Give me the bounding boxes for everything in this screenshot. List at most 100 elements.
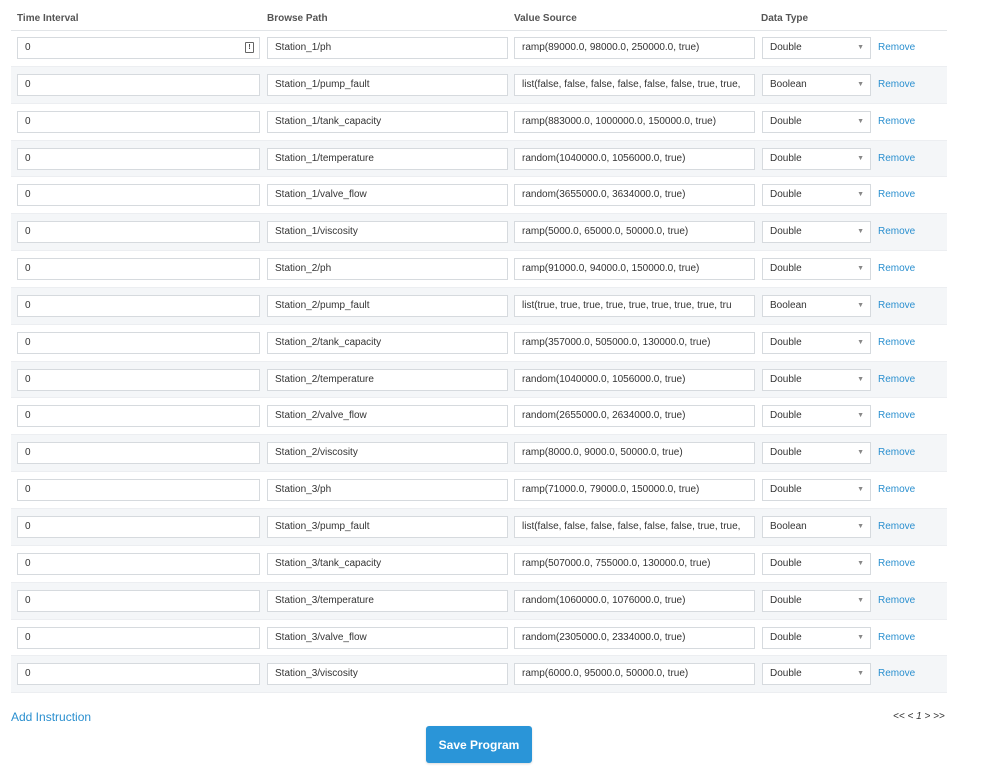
time-interval-input[interactable]: 0	[17, 479, 260, 502]
browse-path-input[interactable]: Station_2/valve_flow	[267, 405, 508, 428]
value-source-input[interactable]: ramp(883000.0, 1000000.0, 150000.0, true…	[514, 110, 755, 133]
browse-path-input[interactable]: Station_1/ph	[267, 37, 508, 59]
pager-prev[interactable]: <	[907, 711, 913, 722]
remove-link[interactable]: Remove	[878, 337, 915, 348]
time-interval-input[interactable]: 0	[17, 221, 260, 244]
data-type-select[interactable]: Double ▼	[762, 589, 871, 612]
value-source-input[interactable]: random(1060000.0, 1076000.0, true)	[514, 589, 755, 612]
data-type-select[interactable]: Double ▼	[762, 147, 871, 170]
value-source-input[interactable]: ramp(91000.0, 94000.0, 150000.0, true)	[514, 258, 755, 281]
data-type-select[interactable]: Double ▼	[762, 331, 871, 354]
browse-path-input[interactable]: Station_1/tank_capacity	[267, 110, 508, 133]
time-interval-input[interactable]: 0	[17, 258, 260, 281]
data-type-value: Double	[770, 226, 802, 238]
value-source-input[interactable]: ramp(507000.0, 755000.0, 130000.0, true)	[514, 552, 755, 575]
browse-path-input[interactable]: Station_3/tank_capacity	[267, 552, 508, 575]
time-interval-input[interactable]: 0	[17, 552, 260, 575]
value-source-input[interactable]: list(false, false, false, false, false, …	[514, 73, 755, 96]
browse-path-input[interactable]: Station_2/pump_fault	[267, 294, 508, 317]
value-source-input[interactable]: ramp(8000.0, 9000.0, 50000.0, true)	[514, 442, 755, 465]
value-source-input[interactable]: random(3655000.0, 3634000.0, true)	[514, 184, 755, 207]
data-type-select[interactable]: Double ▼	[762, 442, 871, 465]
data-type-select[interactable]: Double ▼	[762, 368, 871, 391]
value-source-input[interactable]: ramp(71000.0, 79000.0, 150000.0, true)	[514, 479, 755, 502]
remove-link[interactable]: Remove	[878, 595, 915, 606]
time-interval-input[interactable]: 0	[17, 663, 260, 686]
data-type-select[interactable]: Double ▼	[762, 626, 871, 649]
value-source-input[interactable]: random(2305000.0, 2334000.0, true)	[514, 626, 755, 649]
time-interval-input[interactable]: 0	[17, 73, 260, 96]
remove-link[interactable]: Remove	[878, 374, 915, 385]
remove-link[interactable]: Remove	[878, 558, 915, 569]
remove-link[interactable]: Remove	[878, 521, 915, 532]
value-source-input[interactable]: ramp(6000.0, 95000.0, 50000.0, true)	[514, 663, 755, 686]
remove-link[interactable]: Remove	[878, 263, 915, 274]
data-type-select[interactable]: Double ▼	[762, 110, 871, 133]
remove-link[interactable]: Remove	[878, 300, 915, 311]
time-interval-input[interactable]: 0	[17, 626, 260, 649]
chevron-down-icon: ▼	[857, 486, 864, 494]
pager-first[interactable]: <<	[893, 711, 905, 722]
time-interval-input[interactable]: 0	[17, 442, 260, 465]
time-interval-input[interactable]: 0	[17, 589, 260, 612]
data-type-select[interactable]: Double ▼	[762, 184, 871, 207]
remove-link[interactable]: Remove	[878, 410, 915, 421]
time-interval-input[interactable]: 0	[17, 110, 260, 133]
header-data-type: Data Type	[761, 13, 809, 24]
data-type-select[interactable]: Double ▼	[762, 552, 871, 575]
value-source-input[interactable]: ramp(5000.0, 65000.0, 50000.0, true)	[514, 221, 755, 244]
data-type-select[interactable]: Double ▼	[762, 663, 871, 686]
time-interval-input[interactable]: 0	[17, 405, 260, 428]
time-interval-input[interactable]: 0	[17, 184, 260, 207]
value-source-input[interactable]: random(2655000.0, 2634000.0, true)	[514, 405, 755, 428]
time-interval-input[interactable]: 0	[17, 147, 260, 170]
data-type-select[interactable]: Double ▼	[762, 37, 871, 59]
data-type-select[interactable]: Double ▼	[762, 479, 871, 502]
remove-link[interactable]: Remove	[878, 668, 915, 679]
remove-link[interactable]: Remove	[878, 226, 915, 237]
value-source-input[interactable]: list(true, true, true, true, true, true,…	[514, 294, 755, 317]
time-interval-input[interactable]: 0	[17, 515, 260, 538]
remove-link[interactable]: Remove	[878, 79, 915, 90]
value-source-input[interactable]: ramp(89000.0, 98000.0, 250000.0, true)	[514, 37, 755, 59]
browse-path-input[interactable]: Station_2/viscosity	[267, 442, 508, 465]
value-source-input[interactable]: ramp(357000.0, 505000.0, 130000.0, true)	[514, 331, 755, 354]
browse-path-input[interactable]: Station_3/temperature	[267, 589, 508, 612]
browse-path-input[interactable]: Station_1/temperature	[267, 147, 508, 170]
data-type-select[interactable]: Boolean ▼	[762, 294, 871, 317]
browse-path-input[interactable]: Station_1/pump_fault	[267, 73, 508, 96]
pager-last[interactable]: >>	[933, 711, 945, 722]
browse-path-input[interactable]: Station_3/valve_flow	[267, 626, 508, 649]
save-program-button[interactable]: Save Program	[426, 726, 532, 763]
browse-path-input[interactable]: Station_2/ph	[267, 258, 508, 281]
data-type-select[interactable]: Double ▼	[762, 221, 871, 244]
time-interval-input[interactable]: 0	[17, 368, 260, 391]
browse-path-input[interactable]: Station_2/tank_capacity	[267, 331, 508, 354]
value-source-input[interactable]: random(1040000.0, 1056000.0, true)	[514, 368, 755, 391]
value-source-input[interactable]: list(false, false, false, false, false, …	[514, 515, 755, 538]
time-interval-input[interactable]: 0	[17, 331, 260, 354]
remove-link[interactable]: Remove	[878, 116, 915, 127]
remove-link[interactable]: Remove	[878, 632, 915, 643]
data-type-select[interactable]: Double ▼	[762, 258, 871, 281]
time-interval-input[interactable]: 0!	[17, 37, 260, 59]
browse-path-input[interactable]: Station_3/ph	[267, 479, 508, 502]
browse-path-input[interactable]: Station_3/pump_fault	[267, 515, 508, 538]
stepper-icon[interactable]: !	[245, 42, 254, 53]
browse-path-input[interactable]: Station_2/temperature	[267, 368, 508, 391]
browse-path-input[interactable]: Station_1/valve_flow	[267, 184, 508, 207]
data-type-select[interactable]: Double ▼	[762, 405, 871, 428]
remove-link[interactable]: Remove	[878, 447, 915, 458]
value-source-input[interactable]: random(1040000.0, 1056000.0, true)	[514, 147, 755, 170]
remove-link[interactable]: Remove	[878, 484, 915, 495]
browse-path-input[interactable]: Station_3/viscosity	[267, 663, 508, 686]
remove-link[interactable]: Remove	[878, 42, 915, 53]
pager-next[interactable]: >	[924, 711, 930, 722]
time-interval-input[interactable]: 0	[17, 294, 260, 317]
remove-link[interactable]: Remove	[878, 153, 915, 164]
browse-path-input[interactable]: Station_1/viscosity	[267, 221, 508, 244]
data-type-select[interactable]: Boolean ▼	[762, 73, 871, 96]
data-type-select[interactable]: Boolean ▼	[762, 515, 871, 538]
add-instruction-link[interactable]: Add Instruction	[11, 710, 91, 724]
remove-link[interactable]: Remove	[878, 189, 915, 200]
